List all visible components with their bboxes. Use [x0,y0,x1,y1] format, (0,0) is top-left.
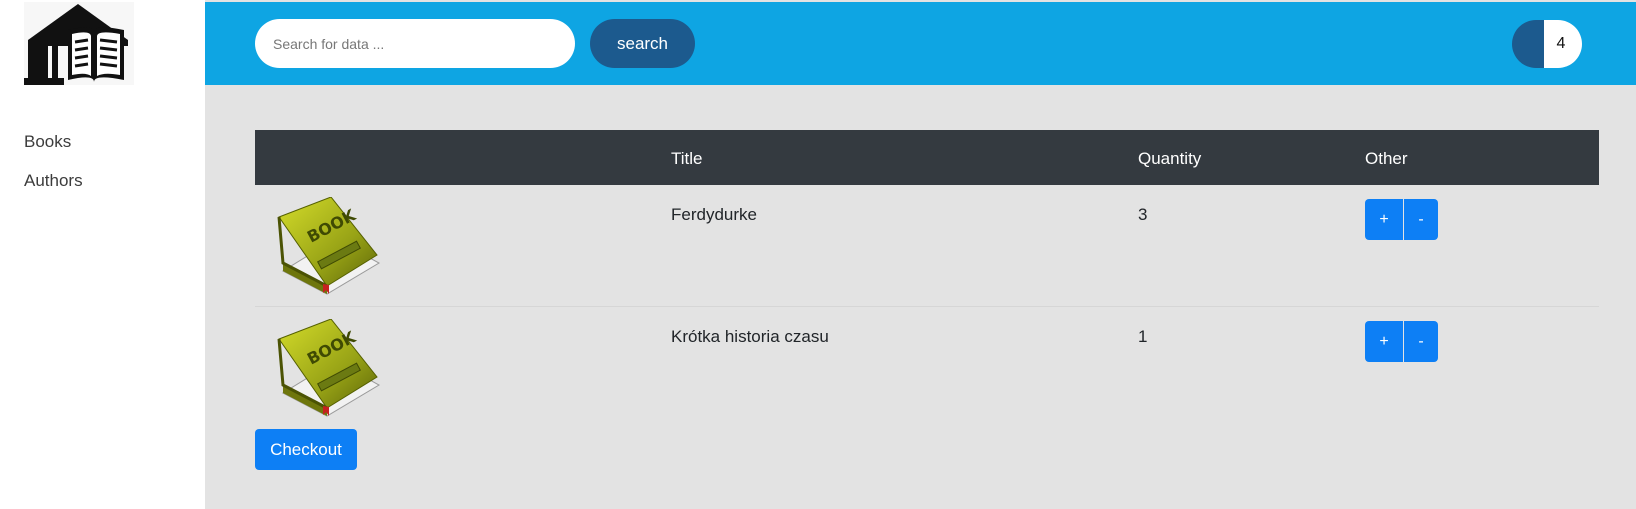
search-input[interactable] [255,19,575,68]
sidebar-item-books[interactable]: Books [24,132,83,171]
search-button[interactable]: search [590,19,695,68]
book-title: Ferdydurke [671,205,757,224]
cart-badge-accent [1512,20,1544,68]
column-header-title: Title [671,149,703,168]
book-title: Krótka historia czasu [671,327,829,346]
decrease-quantity-button[interactable]: - [1404,199,1438,240]
checkout-button[interactable]: Checkout [255,429,357,470]
quantity-controls: + - [1365,321,1438,362]
book-quantity: 1 [1138,327,1148,346]
increase-quantity-button[interactable]: + [1365,199,1403,240]
top-bar: search 4 [205,2,1636,85]
table-row: BOOK Krótka historia czasu 1 + - [255,307,1599,429]
sidebar-item-authors[interactable]: Authors [24,171,83,210]
table-row: BOOK Ferdydurke 3 + - [255,185,1599,307]
library-book-icon[interactable] [24,2,134,85]
column-header-quantity: Quantity [1138,149,1202,168]
cart-count: 4 [1544,20,1582,68]
book-quantity: 3 [1138,205,1148,224]
cart-count-badge[interactable]: 4 [1512,20,1582,68]
sidebar-nav: Books Authors [24,132,83,210]
sidebar: Books Authors [0,0,205,509]
table-header: Title Quantity Other [255,130,1599,185]
column-header-other: Other [1365,149,1408,168]
quantity-controls: + - [1365,199,1438,240]
increase-quantity-button[interactable]: + [1365,321,1403,362]
book-icon: BOOK [269,319,381,417]
decrease-quantity-button[interactable]: - [1404,321,1438,362]
book-icon: BOOK [269,197,381,295]
